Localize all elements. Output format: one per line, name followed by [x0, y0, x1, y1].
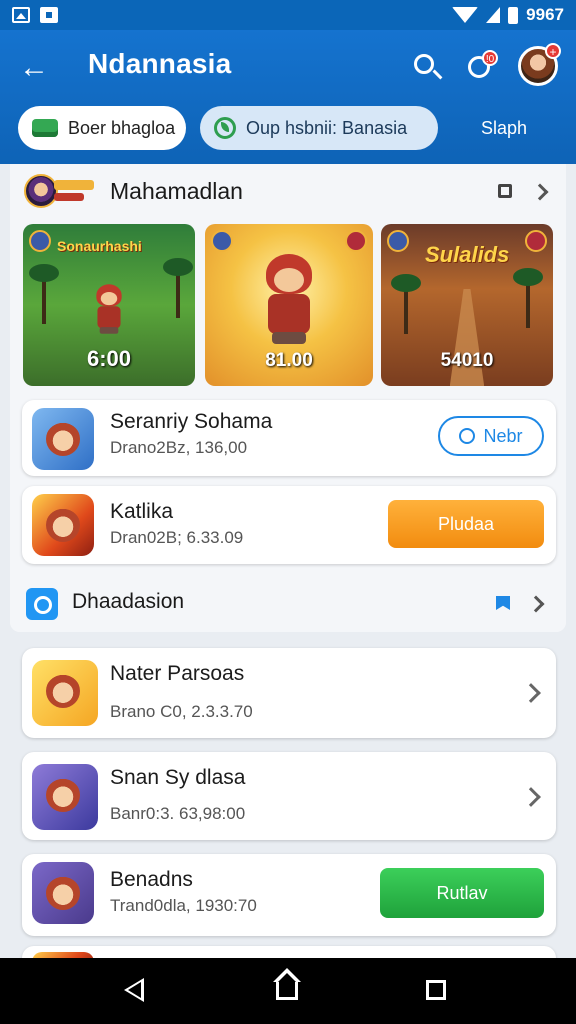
- grid-view-icon[interactable]: [498, 184, 512, 198]
- chevron-right-icon[interactable]: [531, 183, 549, 201]
- app-name: Nater Parsoas: [110, 662, 245, 685]
- chat-bubble-icon: [459, 428, 476, 444]
- chip-two-label: Oup hsbnii: Banasia: [246, 117, 408, 138]
- banner-card-1[interactable]: Sonaurhashi 6:00: [23, 224, 195, 386]
- list-item[interactable]: Nater Parsoas Brano C0, 2.3.3.70: [22, 648, 556, 738]
- nav-recent-icon[interactable]: [426, 980, 446, 1000]
- section-header: Mahamadlan: [10, 164, 566, 218]
- notification-icon[interactable]: !0: [462, 48, 500, 86]
- character-illustration: [254, 254, 324, 344]
- list-item[interactable]: Katlika Dran02B; 6.33.09 Pludaa: [22, 486, 556, 564]
- chip-three-label: Slaph: [480, 117, 528, 138]
- install-button[interactable]: Rutlav: [380, 868, 544, 918]
- badge-icon: [345, 230, 367, 252]
- banner-price: 54010: [440, 350, 494, 371]
- section-title: Mahamadlan: [110, 178, 243, 204]
- app-subtitle: Brano C0, 2.3.3.70: [110, 702, 253, 721]
- list-item[interactable]: Snan Sy dlasa Banr0:3. 63,98:00: [22, 752, 556, 840]
- app-subtitle: Trand0dla, 1930:70: [110, 896, 257, 915]
- banner-price: 81.00: [265, 350, 313, 371]
- list-item[interactable]: Benadns Trand0dla, 1930:70 Rutlav: [22, 854, 556, 936]
- chat-button-label: Nebr: [483, 425, 523, 446]
- navigation-bar: [0, 958, 576, 1024]
- app-name: Benadns: [110, 868, 193, 891]
- app-icon: [32, 764, 98, 830]
- character-illustration: [90, 284, 129, 334]
- badge-icon: [211, 230, 233, 252]
- content-scroll[interactable]: Mahamadlan Sonaurhashi 6:00 81.00 Sulali…: [10, 164, 566, 976]
- banner-card-2[interactable]: 81.00: [205, 224, 373, 386]
- list-item[interactable]: Seranriy Sohama Drano2Bz, 136,00 Nebr: [22, 400, 556, 476]
- chevron-right-icon[interactable]: [521, 683, 541, 703]
- section-two-header: Dhaadasion: [10, 574, 566, 632]
- chevron-right-icon[interactable]: [521, 787, 541, 807]
- app-icon: [32, 408, 94, 470]
- back-arrow-icon[interactable]: ←: [16, 50, 52, 86]
- chip-one[interactable]: Boer bhagloa: [18, 106, 186, 150]
- chat-button[interactable]: Nebr: [438, 416, 544, 456]
- chip-two[interactable]: Oup hsbnii: Banasia: [200, 106, 438, 150]
- banner-card-3[interactable]: Sulalids 54010: [381, 224, 553, 386]
- signal-icon: [486, 7, 501, 23]
- app-name: Seranriy Sohama: [110, 410, 273, 433]
- app-icon: [32, 494, 94, 556]
- camera-icon: [26, 588, 58, 620]
- status-left: [12, 7, 58, 23]
- app-icon: [32, 862, 94, 924]
- section-title: Dhaadasion: [72, 590, 185, 613]
- image-icon: [12, 7, 30, 23]
- search-icon[interactable]: [408, 48, 446, 86]
- badge-icon: [525, 230, 547, 252]
- chip-three[interactable]: Slaph: [454, 106, 554, 150]
- notification-badge: !0: [482, 50, 498, 66]
- nav-home-icon[interactable]: [273, 968, 301, 1000]
- status-time: 9967: [526, 5, 564, 24]
- money-icon: [32, 119, 58, 137]
- app-name: Katlika: [110, 500, 174, 523]
- app-subtitle: Dran02B; 6.33.09: [110, 528, 244, 547]
- section-emblem-icon: [24, 174, 100, 210]
- bag-icon: [40, 7, 58, 23]
- avatar-badge: +: [545, 43, 561, 59]
- avatar[interactable]: +: [518, 43, 561, 86]
- banner-title: Sonaurhashi: [57, 238, 142, 254]
- battery-icon: [508, 6, 519, 24]
- status-right: 9967: [452, 5, 564, 25]
- leaf-icon: [214, 117, 236, 139]
- play-button[interactable]: Pludaa: [388, 500, 544, 548]
- banner-price: 6:00: [86, 346, 132, 371]
- app-header: ← Ndannasia !0 + Boer bhagloa Oup hsbnii…: [0, 30, 576, 164]
- banner-title: Sulalids: [425, 242, 510, 267]
- flag-icon[interactable]: [496, 596, 510, 610]
- app-icon: [32, 660, 98, 726]
- badge-icon: [29, 230, 51, 252]
- chip-one-label: Boer bhagloa: [68, 117, 176, 138]
- page-title: Ndannasia: [88, 48, 232, 79]
- wifi-icon: [452, 7, 479, 23]
- status-bar: 9967: [0, 0, 576, 30]
- section-featured: Mahamadlan Sonaurhashi 6:00 81.00 Sulali…: [10, 164, 566, 632]
- chevron-right-icon[interactable]: [527, 595, 545, 613]
- app-name: Snan Sy dlasa: [110, 766, 246, 789]
- badge-icon: [387, 230, 409, 252]
- app-subtitle: Banr0:3. 63,98:00: [110, 804, 246, 823]
- app-subtitle: Drano2Bz, 136,00: [110, 438, 248, 457]
- nav-back-icon[interactable]: [124, 978, 144, 1002]
